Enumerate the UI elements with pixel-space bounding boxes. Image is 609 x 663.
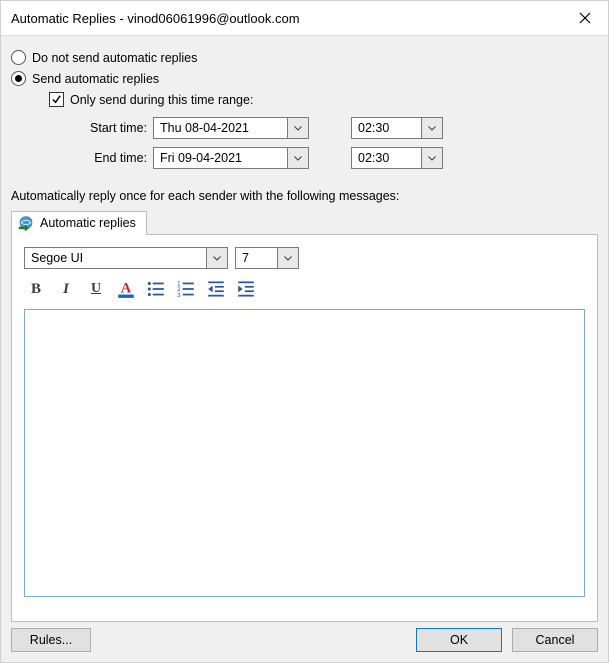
chevron-down-icon bbox=[294, 156, 302, 161]
tab-panel: Segoe UI 7 B I U A bbox=[11, 234, 598, 622]
start-time-label: Start time: bbox=[71, 121, 153, 135]
start-time-dropdown[interactable]: 02:30 bbox=[351, 117, 443, 139]
italic-button[interactable]: I bbox=[56, 279, 76, 299]
bullet-list-icon bbox=[146, 279, 166, 299]
chevron-down-icon bbox=[284, 256, 292, 261]
start-time-row: Start time: Thu 08-04-2021 02:30 bbox=[71, 115, 600, 141]
chevron-down-icon bbox=[294, 126, 302, 131]
close-button[interactable] bbox=[562, 1, 608, 35]
rules-button[interactable]: Rules... bbox=[11, 628, 91, 652]
radio-icon bbox=[11, 71, 26, 86]
bullet-list-button[interactable] bbox=[146, 279, 166, 299]
tab-strip: Automatic replies bbox=[11, 209, 598, 235]
tab-automatic-replies[interactable]: Automatic replies bbox=[11, 211, 147, 235]
dropdown-button[interactable] bbox=[287, 147, 309, 169]
increase-indent-icon bbox=[236, 279, 256, 299]
decrease-indent-icon bbox=[206, 279, 226, 299]
font-toolbar: Segoe UI 7 bbox=[24, 247, 585, 269]
end-date-value: Fri 09-04-2021 bbox=[153, 147, 287, 169]
automatic-replies-dialog: Automatic Replies - vinod06061996@outloo… bbox=[0, 0, 609, 663]
end-time-value: 02:30 bbox=[351, 147, 421, 169]
dialog-footer: Rules... OK Cancel bbox=[1, 620, 608, 662]
start-date-dropdown[interactable]: Thu 08-04-2021 bbox=[153, 117, 309, 139]
close-icon bbox=[579, 12, 591, 24]
font-size-dropdown[interactable]: 7 bbox=[235, 247, 299, 269]
start-date-value: Thu 08-04-2021 bbox=[153, 117, 287, 139]
dropdown-button[interactable] bbox=[421, 147, 443, 169]
message-editor[interactable] bbox=[24, 309, 585, 597]
increase-indent-button[interactable] bbox=[236, 279, 256, 299]
decrease-indent-button[interactable] bbox=[206, 279, 226, 299]
chevron-down-icon bbox=[428, 126, 436, 131]
font-family-dropdown[interactable]: Segoe UI bbox=[24, 247, 228, 269]
end-time-label: End time: bbox=[71, 151, 153, 165]
font-color-button[interactable]: A bbox=[116, 279, 136, 299]
option-send-automatic[interactable]: Send automatic replies bbox=[11, 71, 600, 86]
bold-button[interactable]: B bbox=[26, 279, 46, 299]
end-time-row: End time: Fri 09-04-2021 02:30 bbox=[71, 145, 600, 171]
svg-text:A: A bbox=[121, 280, 132, 296]
checkbox-icon bbox=[49, 92, 64, 107]
format-toolbar: B I U A bbox=[24, 279, 585, 299]
start-time-value: 02:30 bbox=[351, 117, 421, 139]
title-bar: Automatic Replies - vinod06061996@outloo… bbox=[1, 1, 608, 36]
checkbox-label: Only send during this time range: bbox=[70, 93, 253, 107]
end-date-dropdown[interactable]: Fri 09-04-2021 bbox=[153, 147, 309, 169]
svg-text:3: 3 bbox=[177, 292, 181, 299]
option-do-not-send[interactable]: Do not send automatic replies bbox=[11, 50, 600, 65]
dialog-body: Do not send automatic replies Send autom… bbox=[1, 36, 608, 626]
underline-button[interactable]: U bbox=[86, 279, 106, 299]
description-text: Automatically reply once for each sender… bbox=[11, 189, 600, 203]
numbered-list-icon: 1 2 3 bbox=[176, 279, 196, 299]
chevron-down-icon bbox=[213, 256, 221, 261]
tab-label: Automatic replies bbox=[40, 216, 136, 230]
font-color-icon: A bbox=[116, 279, 136, 299]
radio-icon bbox=[11, 50, 26, 65]
dropdown-button[interactable] bbox=[421, 117, 443, 139]
font-size-value: 7 bbox=[235, 247, 277, 269]
numbered-list-button[interactable]: 1 2 3 bbox=[176, 279, 196, 299]
end-time-dropdown[interactable]: 02:30 bbox=[351, 147, 443, 169]
cancel-button[interactable]: Cancel bbox=[512, 628, 598, 652]
chevron-down-icon bbox=[428, 156, 436, 161]
option-label: Do not send automatic replies bbox=[32, 51, 197, 65]
dropdown-button[interactable] bbox=[287, 117, 309, 139]
ok-button[interactable]: OK bbox=[416, 628, 502, 652]
dropdown-button[interactable] bbox=[277, 247, 299, 269]
globe-arrow-icon bbox=[18, 215, 34, 231]
tab-container: Automatic replies Segoe UI 7 B I bbox=[11, 209, 598, 622]
font-family-value: Segoe UI bbox=[24, 247, 206, 269]
only-send-range-checkbox[interactable]: Only send during this time range: bbox=[49, 92, 600, 107]
option-label: Send automatic replies bbox=[32, 72, 159, 86]
dropdown-button[interactable] bbox=[206, 247, 228, 269]
window-title: Automatic Replies - vinod06061996@outloo… bbox=[1, 11, 300, 26]
